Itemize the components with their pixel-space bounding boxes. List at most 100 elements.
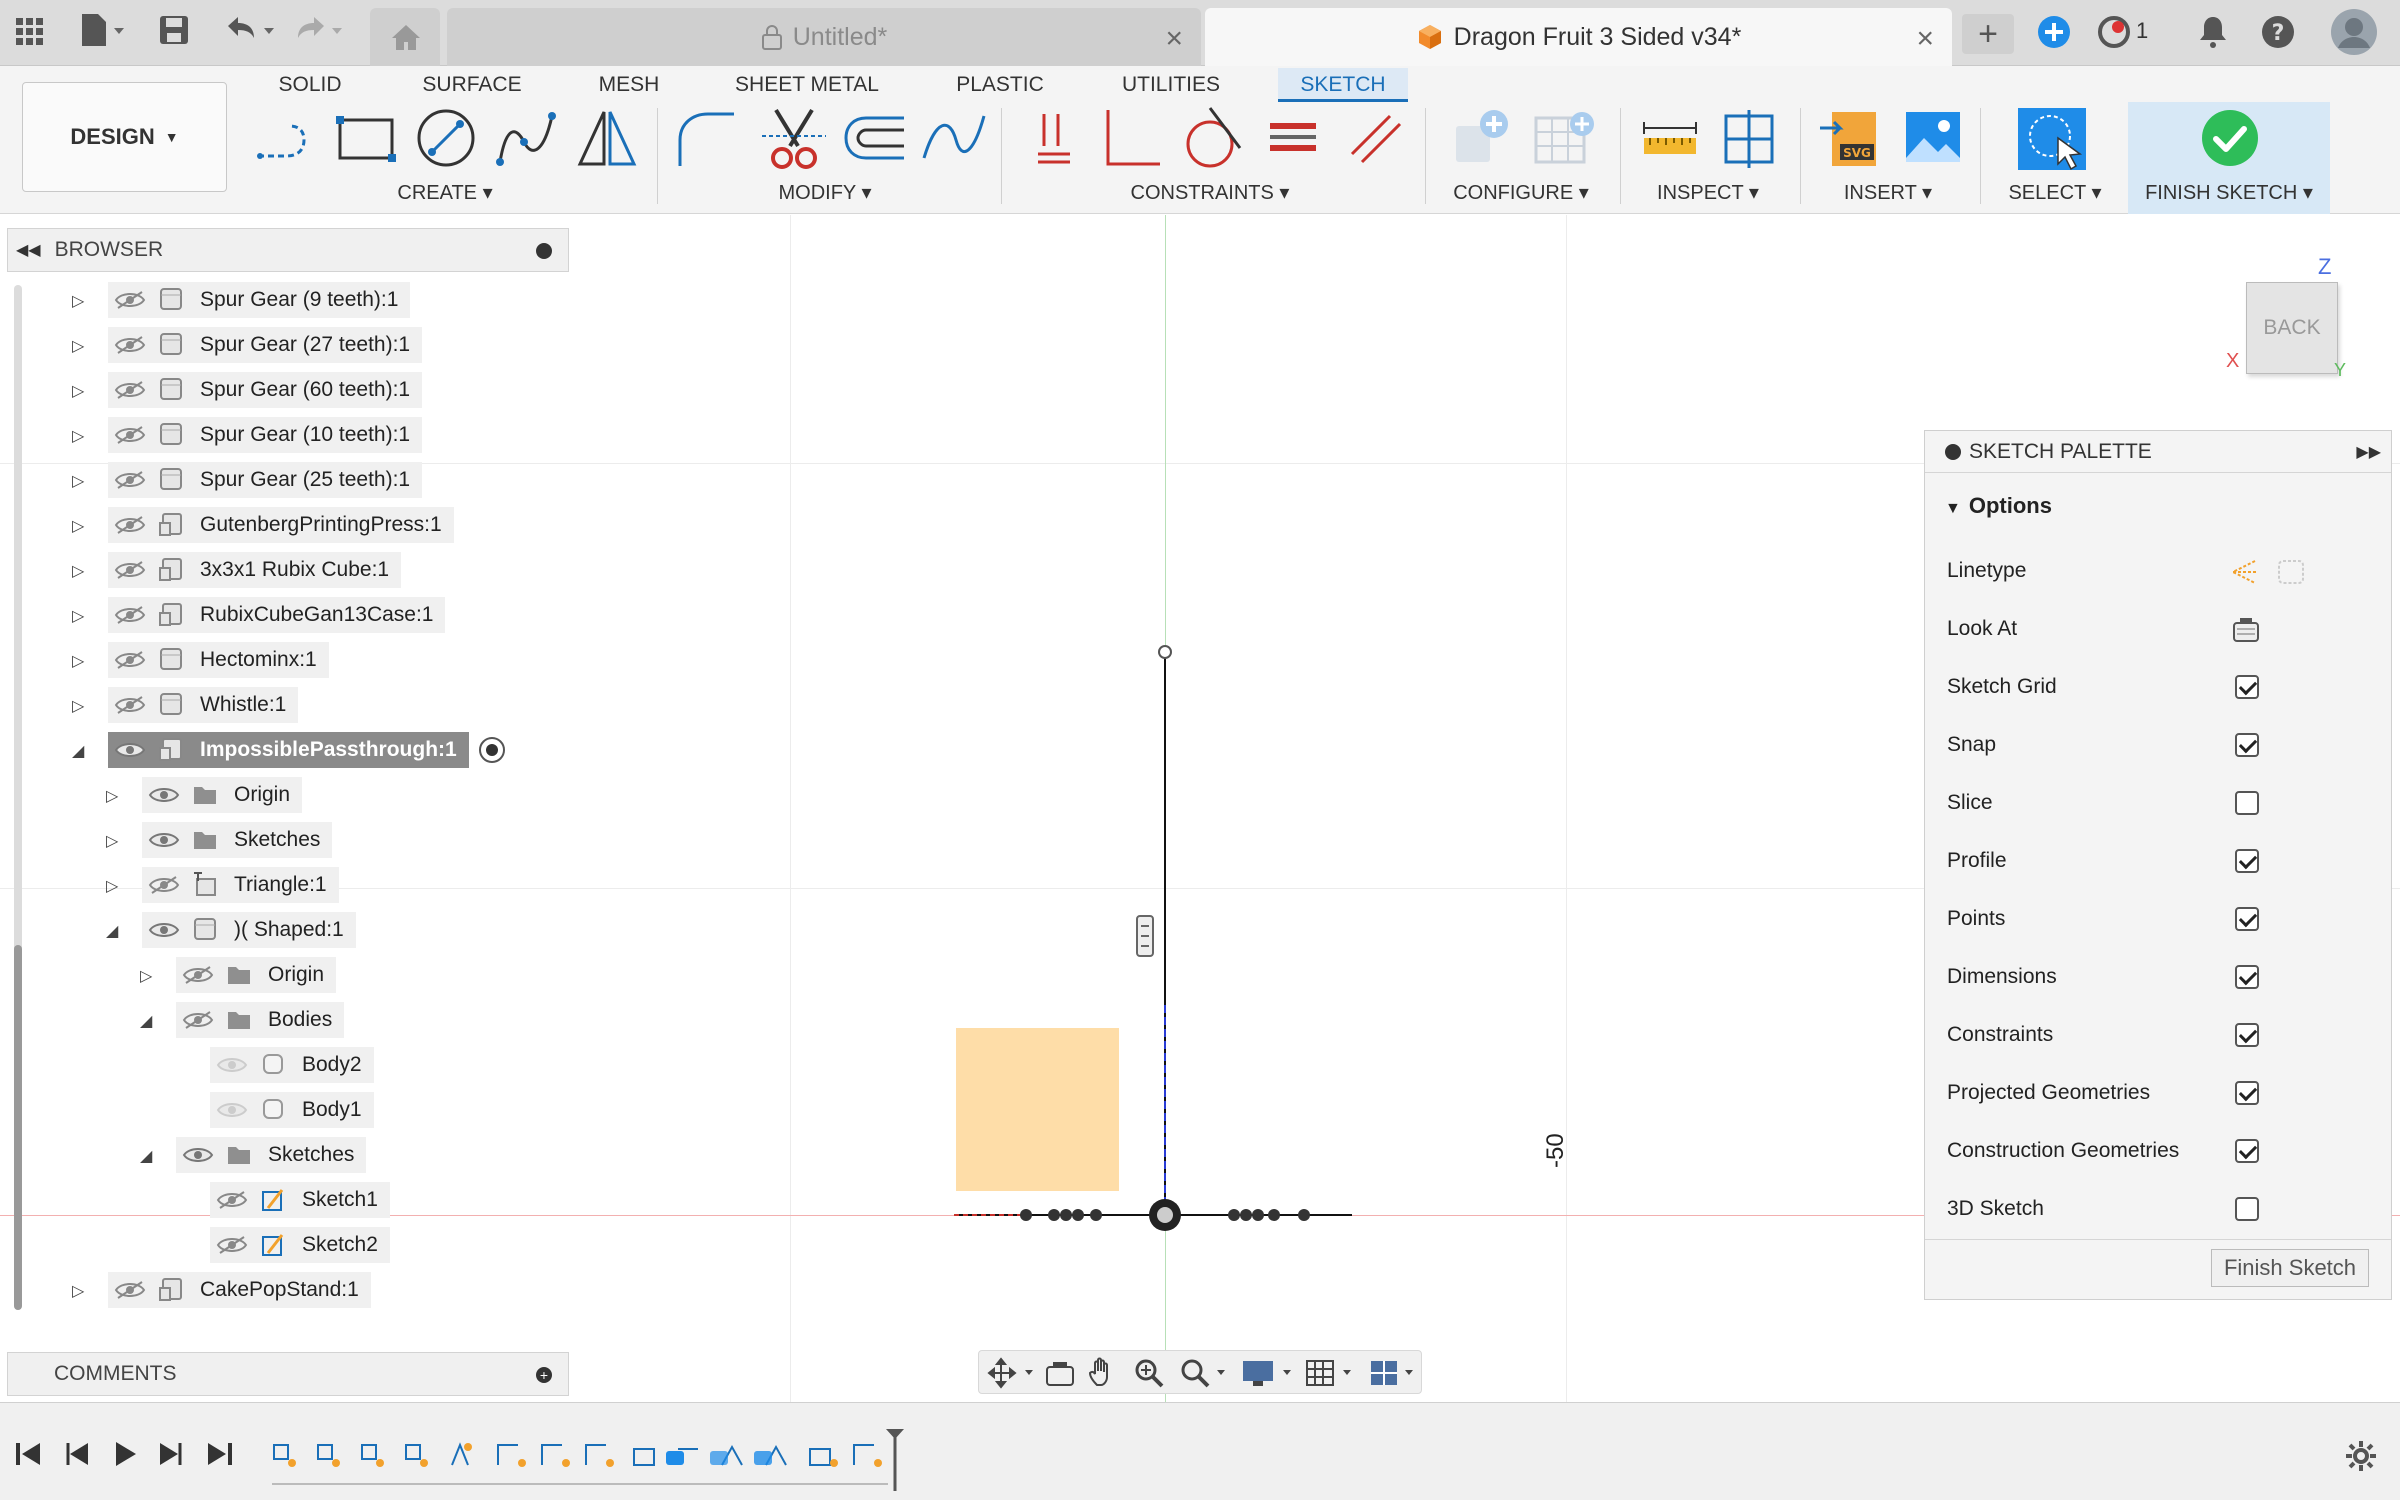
circle-tool-icon[interactable] [414, 106, 478, 170]
expand-caret-icon[interactable]: ▷ [72, 471, 84, 491]
linetype-construction-icon[interactable] [2227, 555, 2317, 589]
browser-tree-item[interactable]: Spur Gear (10 teeth):1 [108, 417, 423, 453]
browser-tree-item[interactable]: Spur Gear (25 teeth):1 [108, 462, 423, 498]
hidden-eye-icon[interactable] [112, 288, 152, 312]
expand-caret-icon[interactable]: ▷ [72, 696, 84, 716]
hidden-eye-icon[interactable] [112, 513, 152, 537]
select-tool-icon[interactable] [2016, 106, 2088, 172]
expand-caret-icon[interactable]: ▷ [106, 831, 118, 851]
panel-pin-icon[interactable] [536, 243, 552, 259]
trim-scissors-icon[interactable] [760, 106, 828, 172]
insert-menu[interactable]: INSERT ▾ [1820, 180, 1956, 205]
equal-constraint-icon[interactable] [1266, 116, 1320, 160]
collapse-caret-icon[interactable]: ◢ [72, 741, 84, 761]
palette-checkbox[interactable] [2235, 1197, 2259, 1221]
step-forward-icon[interactable] [156, 1439, 186, 1469]
hidden-eye-icon[interactable] [112, 693, 152, 717]
hidden-eye-icon[interactable] [214, 1188, 254, 1212]
select-menu[interactable]: SELECT ▾ [2000, 180, 2110, 205]
browser-tree-item[interactable]: ImpossiblePassthrough:1 [108, 732, 505, 768]
document-tab-untitled[interactable]: Untitled* × [447, 8, 1201, 66]
view-cube[interactable]: BACK [2246, 282, 2338, 374]
browser-tree-item[interactable]: )( Shaped:1 [142, 912, 356, 948]
modify-menu[interactable]: MODIFY ▾ [760, 180, 890, 205]
help-icon[interactable]: ? [2260, 14, 2296, 50]
tab-mesh[interactable]: MESH [594, 68, 664, 102]
collapse-caret-icon[interactable]: ◢ [140, 1011, 152, 1031]
new-tab-button[interactable]: + [1962, 14, 2014, 54]
browser-tree-item[interactable]: Origin [142, 777, 303, 813]
tab-plastic[interactable]: PLASTIC [950, 68, 1050, 102]
expand-caret-icon[interactable]: ▷ [72, 516, 84, 536]
vertical-constraint-glyph[interactable] [1136, 915, 1154, 957]
browser-tree-item[interactable]: Sketch2 [210, 1227, 390, 1263]
configure-table-icon[interactable] [1530, 106, 1598, 170]
palette-checkbox[interactable] [2235, 849, 2259, 873]
hidden-eye-icon[interactable] [180, 1008, 220, 1032]
notifications-bell-icon[interactable] [2196, 14, 2230, 50]
redo-icon[interactable] [290, 12, 348, 48]
palette-checkbox[interactable] [2235, 791, 2259, 815]
profile-region[interactable] [956, 1028, 1119, 1191]
look-at-icon[interactable] [2231, 615, 2261, 645]
palette-expand-icon[interactable]: ▶▶ [2356, 442, 2381, 462]
browser-tree-item[interactable]: Whistle:1 [108, 687, 299, 723]
sketch-endpoint[interactable] [1158, 645, 1172, 659]
app-grid-icon[interactable] [14, 16, 46, 48]
collapse-caret-icon[interactable]: ◢ [140, 1146, 152, 1166]
coincident-constraint-icon[interactable] [1030, 110, 1078, 166]
palette-checkbox[interactable] [2235, 1081, 2259, 1105]
constraints-menu[interactable]: CONSTRAINTS ▾ [1110, 180, 1310, 205]
section-analysis-icon[interactable] [1722, 108, 1778, 168]
fillet-tool-icon[interactable] [674, 106, 742, 170]
browser-tree-item[interactable]: Triangle:1 [142, 867, 339, 903]
configure-menu[interactable]: CONFIGURE ▾ [1446, 180, 1596, 205]
tab-surface[interactable]: SURFACE [420, 68, 524, 102]
insert-svg-icon[interactable]: SVG [1818, 106, 1884, 170]
expand-caret-icon[interactable]: ▷ [72, 426, 84, 446]
finish-sketch-check-icon[interactable] [2200, 108, 2260, 168]
hidden-eye-icon[interactable] [112, 648, 152, 672]
project-tool-icon[interactable] [920, 108, 988, 166]
tab-sheet-metal[interactable]: SHEET METAL [732, 68, 882, 102]
look-at-icon[interactable] [1043, 1359, 1077, 1389]
expand-caret-icon[interactable]: ▷ [72, 336, 84, 356]
browser-tree-item[interactable]: Bodies [176, 1002, 345, 1038]
timeline-features[interactable] [270, 1437, 890, 1477]
palette-header[interactable]: SKETCH PALETTE ▶▶ [1925, 431, 2391, 473]
hidden-eye-icon[interactable] [112, 603, 152, 627]
browser-tree-item[interactable]: Hectominx:1 [108, 642, 329, 678]
expand-caret-icon[interactable]: ▷ [72, 606, 84, 626]
expand-caret-icon[interactable]: ▷ [72, 381, 84, 401]
palette-minimize-icon[interactable] [1945, 443, 1961, 460]
hidden-eye-icon[interactable] [112, 423, 152, 447]
visibility-eye-icon[interactable] [180, 1143, 220, 1167]
line-tool-icon[interactable] [254, 110, 318, 168]
hidden-eye-icon[interactable] [112, 378, 152, 402]
home-tab[interactable] [370, 8, 440, 66]
palette-checkbox[interactable] [2235, 733, 2259, 757]
hidden-eye-icon[interactable] [112, 333, 152, 357]
browser-tree-item[interactable]: Sketches [176, 1137, 367, 1173]
palette-checkbox[interactable] [2235, 907, 2259, 931]
file-menu-icon[interactable] [78, 12, 126, 48]
hidden-eye-icon[interactable] [112, 1278, 152, 1302]
undo-icon[interactable] [222, 12, 280, 48]
orbit-icon[interactable] [987, 1357, 1037, 1389]
tab-utilities[interactable]: UTILITIES [1118, 68, 1224, 102]
browser-tree-item[interactable]: GutenbergPrintingPress:1 [108, 507, 454, 543]
browser-tree-item[interactable]: Sketches [142, 822, 333, 858]
palette-checkbox[interactable] [2235, 1139, 2259, 1163]
expand-caret-icon[interactable]: ▷ [72, 291, 84, 311]
display-settings-icon[interactable] [1241, 1357, 1297, 1389]
document-tab-active[interactable]: Dragon Fruit 3 Sided v34* × [1205, 8, 1952, 66]
activate-component-radio[interactable] [478, 737, 505, 763]
browser-tree-item[interactable]: Spur Gear (60 teeth):1 [108, 372, 423, 408]
browser-tree-item[interactable]: Spur Gear (27 teeth):1 [108, 327, 423, 363]
palette-checkbox[interactable] [2235, 1023, 2259, 1047]
visibility-eye-icon[interactable] [214, 1053, 254, 1077]
inspect-menu[interactable]: INSPECT ▾ [1640, 180, 1776, 205]
timeline-settings-gear-icon[interactable] [2344, 1439, 2378, 1473]
timeline-marker[interactable] [884, 1427, 906, 1493]
pan-hand-icon[interactable] [1087, 1357, 1121, 1389]
